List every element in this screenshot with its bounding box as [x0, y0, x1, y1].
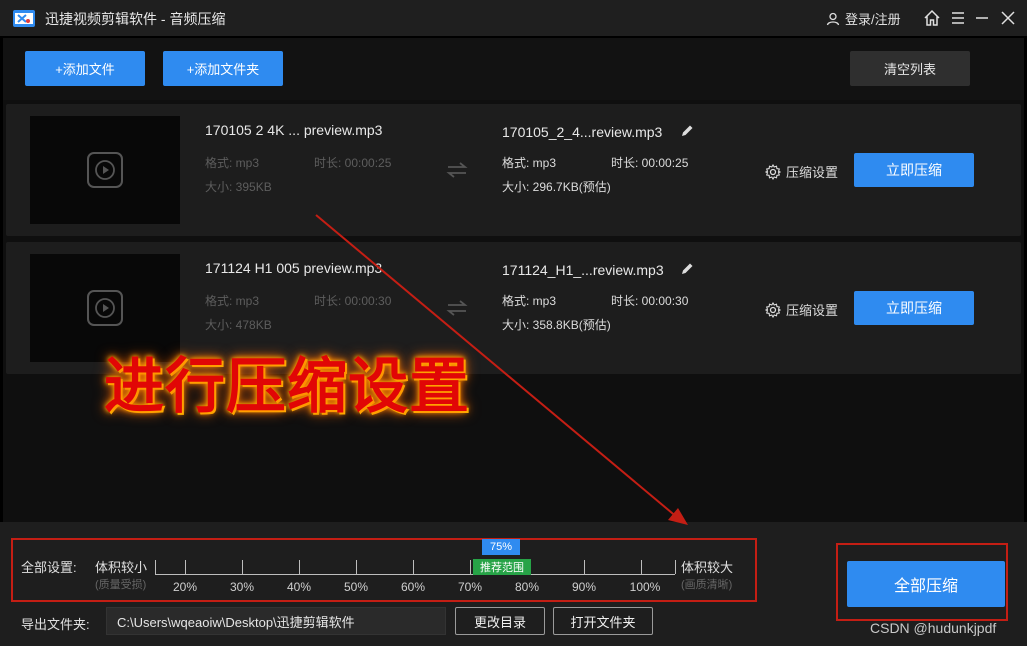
title-bar: 迅捷视频剪辑软件 - 音频压缩 登录/注册 [0, 0, 1027, 36]
compress-now-button[interactable]: 立即压缩 [854, 153, 974, 187]
output-filename: 171124_H1_...review.mp3 [502, 262, 664, 278]
bottom-panel: 全部设置: 体积较小 (质量受损) 体积较大 (画质清晰) 20% 30% 40… [0, 522, 1027, 646]
close-icon[interactable] [998, 8, 1018, 28]
slider-tick [641, 560, 642, 574]
minimize-icon[interactable] [972, 8, 992, 28]
login-label: 登录/注册 [845, 12, 901, 27]
tick-label: 20% [172, 580, 198, 594]
slider-tick [356, 560, 357, 574]
output-size: 大小: 296.7KB(预估) [502, 180, 611, 194]
tick-label: 100% [629, 580, 661, 594]
file-row: 170105 2 4K ... preview.mp3 格式: mp3 时长: … [6, 104, 1021, 236]
output-format: 格式: mp3 [502, 294, 557, 308]
slider-tick [299, 560, 300, 574]
menu-icon[interactable] [948, 8, 968, 28]
gear-icon [765, 163, 781, 180]
login-button[interactable]: 登录/注册 [826, 9, 901, 28]
user-icon [826, 12, 840, 25]
app-logo-icon [13, 10, 35, 27]
toolbar: +添加文件 +添加文件夹 清空列表 [3, 38, 1024, 100]
add-folder-button[interactable]: +添加文件夹 [163, 51, 283, 86]
output-size: 大小: 358.8KB(预估) [502, 318, 611, 332]
output-folder-label: 导出文件夹: [21, 617, 90, 632]
slider-tick [470, 560, 471, 574]
gear-icon [765, 301, 781, 318]
source-duration: 时长: 00:00:25 [314, 156, 392, 170]
convert-arrows-icon [446, 300, 468, 316]
open-folder-button[interactable]: 打开文件夹 [553, 607, 653, 635]
source-filename: 171124 H1 005 preview.mp3 [205, 260, 383, 276]
annotation-text: 进行压缩设置 [104, 352, 470, 422]
compress-settings-label: 压缩设置 [786, 303, 839, 318]
compress-settings-button[interactable]: 压缩设置 [765, 300, 838, 319]
slider-tick [242, 560, 243, 574]
source-size: 大小: 478KB [205, 318, 272, 332]
source-format: 格式: mp3 [205, 294, 260, 308]
play-icon[interactable] [87, 290, 123, 326]
smaller-size-sublabel: (质量受损) [95, 579, 147, 591]
convert-arrows-icon [446, 162, 468, 178]
tick-label: 60% [400, 580, 426, 594]
compress-now-button[interactable]: 立即压缩 [854, 291, 974, 325]
compress-settings-button[interactable]: 压缩设置 [765, 162, 838, 181]
source-duration: 时长: 00:00:30 [314, 294, 392, 308]
thumbnail [30, 116, 180, 224]
tick-label: 40% [286, 580, 312, 594]
slider-tick [675, 560, 676, 574]
slider-value-badge[interactable]: 75% [482, 539, 520, 555]
tick-label: 50% [343, 580, 369, 594]
compress-settings-label: 压缩设置 [786, 165, 839, 180]
slider-tick [155, 560, 156, 574]
source-filename: 170105 2 4K ... preview.mp3 [205, 122, 383, 138]
main-panel: +添加文件 +添加文件夹 清空列表 170105 2 4K ... previe… [3, 38, 1024, 522]
global-settings-label: 全部设置: [21, 560, 77, 575]
quality-slider-track[interactable] [155, 574, 675, 575]
play-icon[interactable] [87, 152, 123, 188]
edit-icon[interactable] [680, 262, 694, 276]
compress-all-button[interactable]: 全部压缩 [847, 561, 1005, 607]
larger-size-label: 体积较大 [681, 560, 734, 575]
output-format: 格式: mp3 [502, 156, 557, 170]
output-duration: 时长: 00:00:30 [611, 294, 689, 308]
tick-label: 70% [457, 580, 483, 594]
source-size: 大小: 395KB [205, 180, 272, 194]
output-path-field[interactable]: C:\Users\wqeaoiw\Desktop\迅捷剪辑软件 [106, 607, 446, 635]
home-icon[interactable] [922, 8, 942, 28]
smaller-size-label: 体积较小 [95, 560, 148, 575]
slider-tick [584, 560, 585, 574]
watermark: CSDN @hudunkjpdf [870, 620, 997, 636]
add-file-button[interactable]: +添加文件 [25, 51, 145, 86]
output-duration: 时长: 00:00:25 [611, 156, 689, 170]
tick-label: 90% [571, 580, 597, 594]
recommended-range: 推荐范围 [473, 559, 531, 575]
output-filename: 170105_2_4...review.mp3 [502, 124, 663, 140]
clear-list-button[interactable]: 清空列表 [850, 51, 970, 86]
larger-size-sublabel: (画质清晰) [681, 579, 733, 591]
app-title: 迅捷视频剪辑软件 - 音频压缩 [45, 11, 226, 27]
source-format: 格式: mp3 [205, 156, 260, 170]
slider-tick [413, 560, 414, 574]
slider-tick [185, 560, 186, 574]
tick-label: 30% [229, 580, 255, 594]
tick-label: 80% [514, 580, 540, 594]
change-directory-button[interactable]: 更改目录 [455, 607, 545, 635]
edit-icon[interactable] [680, 124, 694, 138]
